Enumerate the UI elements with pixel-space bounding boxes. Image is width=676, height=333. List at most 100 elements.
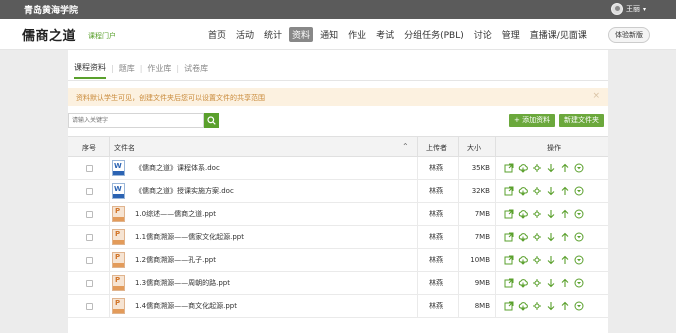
file-name[interactable]: 1.4儒商溯源——商文化起源.ppt: [135, 295, 237, 317]
arrow-down-icon[interactable]: [546, 301, 556, 311]
row-actions: [504, 157, 584, 179]
nav-item-2[interactable]: 统计: [261, 27, 285, 42]
file-name[interactable]: 1.3儒商溯源——周朝的路.ppt: [135, 272, 230, 294]
tab-2[interactable]: 作业库: [147, 63, 171, 78]
nav-item-10[interactable]: 直播课/见面课: [527, 27, 590, 42]
arrow-up-icon[interactable]: [560, 209, 570, 219]
file-name[interactable]: 1.2儒商溯源——孔子.ppt: [135, 249, 216, 271]
table-row: P 1.4儒商溯源——商文化起源.ppt 林燕 8MB: [68, 295, 608, 318]
cloud-download-icon[interactable]: [518, 301, 528, 311]
row-checkbox[interactable]: [86, 279, 93, 287]
settings-icon[interactable]: [532, 232, 542, 242]
col-name[interactable]: 文件名: [114, 143, 135, 153]
uploader: 林燕: [429, 164, 443, 172]
table-row: P 1.0综述——儒商之道.ppt 林燕 7MB: [68, 203, 608, 226]
arrow-down-icon[interactable]: [546, 278, 556, 288]
file-size: 32KB: [471, 187, 490, 195]
row-checkbox[interactable]: [86, 302, 93, 310]
row-checkbox[interactable]: [86, 256, 93, 264]
open-external-icon[interactable]: [504, 278, 514, 288]
arrow-up-icon[interactable]: [560, 186, 570, 196]
add-resource-button[interactable]: + 添加资料: [509, 114, 556, 127]
more-dropdown-icon[interactable]: [574, 301, 584, 311]
ppt-file-icon: P: [112, 252, 125, 268]
more-dropdown-icon[interactable]: [574, 278, 584, 288]
nav-item-1[interactable]: 活动: [233, 27, 257, 42]
settings-icon[interactable]: [532, 278, 542, 288]
settings-icon[interactable]: [532, 301, 542, 311]
arrow-down-icon[interactable]: [546, 255, 556, 265]
open-external-icon[interactable]: [504, 163, 514, 173]
settings-icon[interactable]: [532, 255, 542, 265]
open-external-icon[interactable]: [504, 255, 514, 265]
more-dropdown-icon[interactable]: [574, 186, 584, 196]
open-external-icon[interactable]: [504, 232, 514, 242]
close-icon[interactable]: ×: [592, 91, 600, 101]
arrow-up-icon[interactable]: [560, 278, 570, 288]
avatar: [610, 3, 623, 15]
cloud-download-icon[interactable]: [518, 209, 528, 219]
settings-icon[interactable]: [532, 163, 542, 173]
nav-item-8[interactable]: 讨论: [471, 27, 495, 42]
row-checkbox[interactable]: [86, 233, 93, 241]
cloud-download-icon[interactable]: [518, 232, 528, 242]
user-menu[interactable]: 王丽 ▾: [610, 3, 646, 15]
file-table: 序号 文件名 ⌃ 上传者 大小 操作 W 《儒商之道》课程体系.doc 林燕 35KB…: [68, 136, 608, 318]
settings-icon[interactable]: [532, 209, 542, 219]
file-name[interactable]: 《儒商之道》授课实施方案.doc: [135, 180, 234, 202]
more-dropdown-icon[interactable]: [574, 163, 584, 173]
open-external-icon[interactable]: [504, 301, 514, 311]
try-new-version-button[interactable]: 体验新版: [608, 27, 650, 43]
sort-chevron-up-icon[interactable]: ⌃: [402, 142, 409, 151]
search-bar: [68, 113, 219, 128]
row-checkbox[interactable]: [86, 164, 93, 172]
nav-item-0[interactable]: 首页: [205, 27, 229, 42]
arrow-up-icon[interactable]: [560, 255, 570, 265]
file-size: 10MB: [470, 256, 490, 264]
arrow-down-icon[interactable]: [546, 209, 556, 219]
nav-item-7[interactable]: 分组任务(PBL): [401, 27, 467, 42]
new-folder-button[interactable]: 新建文件夹: [559, 114, 604, 127]
open-external-icon[interactable]: [504, 209, 514, 219]
nav-item-9[interactable]: 管理: [499, 27, 523, 42]
more-dropdown-icon[interactable]: [574, 209, 584, 219]
course-title[interactable]: 儒商之道: [22, 25, 76, 44]
course-portal-label: 课程门户: [88, 32, 116, 40]
cloud-download-icon[interactable]: [518, 186, 528, 196]
table-row: W 《儒商之道》课程体系.doc 林燕 35KB: [68, 157, 608, 180]
tab-1[interactable]: 题库: [119, 63, 135, 78]
arrow-up-icon[interactable]: [560, 232, 570, 242]
file-name[interactable]: 1.1儒商溯源——儒家文化起源.ppt: [135, 226, 244, 248]
ppt-file-icon: P: [112, 298, 125, 314]
arrow-down-icon[interactable]: [546, 163, 556, 173]
settings-icon[interactable]: [532, 186, 542, 196]
row-checkbox[interactable]: [86, 187, 93, 195]
nav-item-5[interactable]: 作业: [345, 27, 369, 42]
table-row: P 1.2儒商溯源——孔子.ppt 林燕 10MB: [68, 249, 608, 272]
tab-3[interactable]: 试卷库: [184, 63, 208, 78]
file-size: 35KB: [471, 164, 490, 172]
nav-item-3[interactable]: 资料: [289, 27, 314, 42]
search-input[interactable]: [68, 113, 204, 128]
arrow-down-icon[interactable]: [546, 186, 556, 196]
arrow-up-icon[interactable]: [560, 163, 570, 173]
arrow-up-icon[interactable]: [560, 301, 570, 311]
table-row: P 1.1儒商溯源——儒家文化起源.ppt 林燕 7MB: [68, 226, 608, 249]
row-checkbox[interactable]: [86, 210, 93, 218]
nav-item-6[interactable]: 考试: [373, 27, 397, 42]
search-button[interactable]: [204, 113, 219, 128]
file-size: 8MB: [474, 302, 490, 310]
tab-0[interactable]: 课程资料: [74, 62, 106, 79]
nav-item-4[interactable]: 通知: [317, 27, 341, 42]
cloud-download-icon[interactable]: [518, 255, 528, 265]
open-external-icon[interactable]: [504, 186, 514, 196]
file-name[interactable]: 《儒商之道》课程体系.doc: [135, 157, 220, 179]
file-name[interactable]: 1.0综述——儒商之道.ppt: [135, 203, 216, 225]
word-file-icon: W: [112, 183, 125, 199]
notice-banner: 资料默认学生可见，创建文件夹后您可以设置文件的共享范围 ×: [68, 88, 608, 106]
cloud-download-icon[interactable]: [518, 278, 528, 288]
arrow-down-icon[interactable]: [546, 232, 556, 242]
more-dropdown-icon[interactable]: [574, 232, 584, 242]
more-dropdown-icon[interactable]: [574, 255, 584, 265]
cloud-download-icon[interactable]: [518, 163, 528, 173]
